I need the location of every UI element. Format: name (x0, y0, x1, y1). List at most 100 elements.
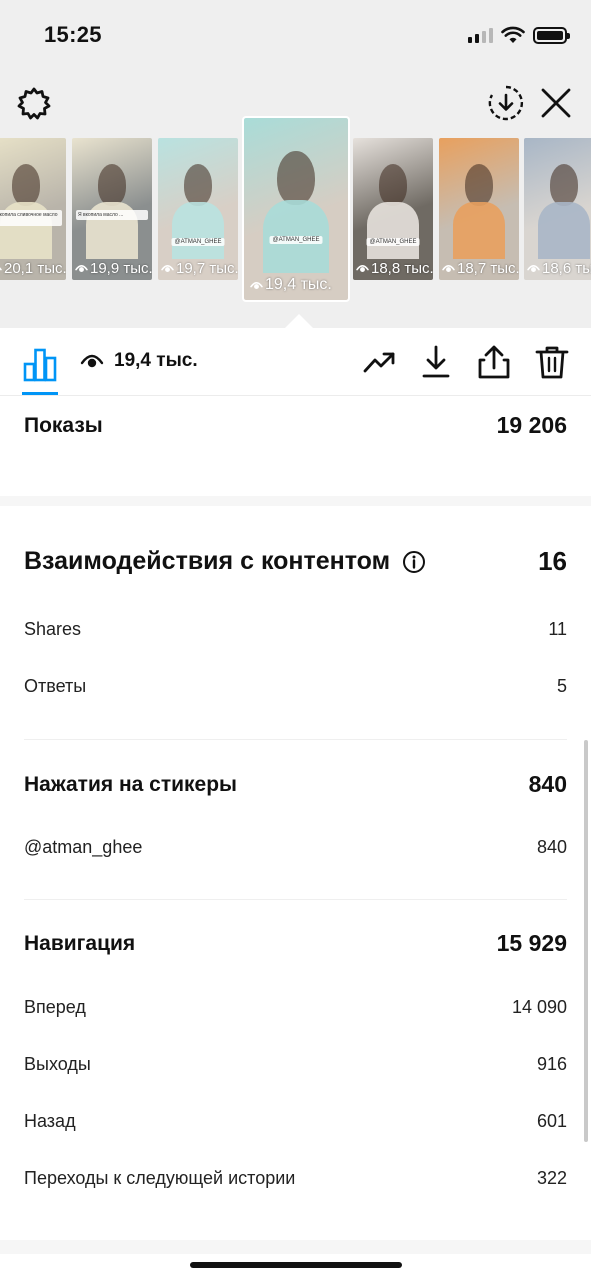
next-story-value: 322 (536, 1168, 567, 1188)
forward-value: 14 090 (511, 997, 567, 1017)
share-icon[interactable] (476, 344, 512, 380)
exits-value: 916 (536, 1054, 567, 1074)
info-icon[interactable] (402, 550, 426, 574)
divider (24, 899, 567, 900)
story-figure-body (453, 201, 505, 259)
trash-icon[interactable] (534, 344, 570, 380)
story-views-count: 19,9 тыс. (90, 260, 152, 277)
back-value: 601 (536, 1111, 567, 1131)
back-label: Назад (24, 1111, 76, 1131)
trending-icon[interactable] (362, 344, 398, 380)
gear-icon[interactable] (16, 86, 52, 122)
replies-value: 5 (556, 676, 567, 696)
section-separator (0, 1240, 591, 1254)
story-thumbnail[interactable]: Я вкопила масло ... 19,9 тыс. (72, 138, 152, 280)
top-area: 15:25 Я вкопила сливочное масло ... 20,1 … (0, 0, 591, 328)
story-views-count: 19,7 тыс. (176, 260, 238, 277)
story-views-count: 20,1 тыс. (4, 260, 66, 277)
home-indicator[interactable] (190, 1262, 402, 1268)
story-views: 19,4 тыс. (250, 276, 332, 294)
status-icons (468, 24, 570, 46)
list-item: Переходы к следующей истории 322 (24, 1168, 567, 1189)
story-sticker: @ATMAN_GHEE (171, 238, 225, 246)
battery-icon (533, 26, 570, 44)
story-strip: Я вкопила сливочное масло ...20,1 тыс.Я … (0, 116, 591, 308)
story-views: 19,9 тыс. (75, 260, 152, 277)
story-views-count: 18,7 тыс. (457, 260, 519, 277)
shares-label: Shares (24, 619, 82, 639)
eye-icon (250, 281, 263, 289)
sticker-taps-title: Нажатия на стикеры (24, 772, 237, 796)
story-views-count: 19,4 тыс. (265, 276, 332, 293)
bar-chart-icon[interactable] (22, 346, 58, 382)
story-views: 20,1 тыс. (0, 260, 66, 277)
interactions-title-wrap: Взаимодействия с контентом (24, 547, 426, 576)
download-icon[interactable] (418, 344, 454, 380)
story-caption: Я вкопила сливочное масло ... (0, 210, 62, 226)
navigation-value: 15 929 (496, 930, 567, 956)
story-figure (549, 163, 579, 207)
story-figure (11, 163, 41, 207)
story-figure (183, 163, 213, 207)
sticker-taps-header: Нажатия на стикеры 840 (24, 771, 567, 798)
active-tab-indicator (22, 392, 58, 395)
story-thumbnail[interactable]: 18,7 тыс. (439, 138, 519, 280)
eye-icon (356, 264, 369, 273)
story-thumbnail[interactable]: Я вкопила сливочное масло ... 20,1 тыс. (0, 138, 66, 280)
eye-icon (80, 354, 104, 368)
sticker-label: @atman_ghee (24, 837, 143, 857)
story-views: 18,8 тыс. (356, 260, 433, 277)
story-views: 18,6 тыс. (527, 260, 591, 277)
story-figure (277, 150, 315, 206)
interactions-value: 16 (538, 546, 567, 576)
navigation-title: Навигация (24, 931, 136, 955)
eye-icon (0, 267, 2, 271)
replies-label: Ответы (24, 676, 87, 696)
exits-label: Выходы (24, 1054, 91, 1074)
story-views-count: 18,8 тыс. (371, 260, 433, 277)
list-item: @atman_ghee 840 (24, 837, 567, 858)
story-views: 18,7 тыс. (442, 260, 519, 277)
eye-icon (161, 264, 174, 273)
interactions-header: Взаимодействия с контентом 16 (24, 546, 567, 577)
impressions-value: 19 206 (496, 412, 567, 438)
story-figure-body (172, 201, 224, 259)
eye-icon (75, 264, 88, 273)
list-item: Вперед 14 090 (24, 997, 567, 1018)
story-thumbnail-selected[interactable]: @ATMAN_GHEE 19,4 тыс. (242, 116, 350, 302)
list-item: Назад 601 (24, 1111, 567, 1132)
story-figure (464, 163, 494, 207)
divider (24, 739, 567, 740)
story-thumbnail[interactable]: @ATMAN_GHEE 18,8 тыс. (353, 138, 433, 280)
story-sticker: @ATMAN_GHEE (366, 238, 420, 246)
story-views: 19,7 тыс. (161, 260, 238, 277)
next-story-label: Переходы к следующей истории (24, 1168, 296, 1188)
sticker-value: 840 (536, 837, 567, 857)
shares-value: 11 (548, 619, 567, 639)
navigation-header: Навигация 15 929 (24, 930, 567, 957)
views-count: 19,4 тыс. (114, 350, 198, 371)
list-item: Выходы 916 (24, 1054, 567, 1075)
close-icon[interactable] (537, 84, 575, 122)
download-circle-icon[interactable] (487, 84, 525, 122)
impressions-row: Показы 19 206 (24, 412, 567, 439)
status-time: 15:25 (44, 22, 102, 47)
story-caption: Я вкопила масло ... (76, 210, 148, 220)
list-item: Ответы 5 (24, 676, 567, 697)
sticker-taps-value: 840 (528, 771, 567, 797)
story-thumbnail[interactable]: @ATMAN_GHEE 19,7 тыс. (158, 138, 238, 280)
signal-icon (468, 27, 493, 43)
story-figure-body (367, 201, 419, 259)
impressions-label: Показы (24, 413, 103, 437)
views-summary: 19,4 тыс. (80, 350, 198, 372)
scrollbar[interactable] (584, 740, 588, 1142)
story-sticker: @ATMAN_GHEE (269, 236, 323, 244)
wifi-icon (501, 26, 525, 43)
story-views-count: 18,6 тыс. (542, 260, 591, 277)
status-bar: 15:25 (0, 0, 591, 70)
eye-icon (527, 264, 540, 273)
story-thumbnail[interactable]: 18,6 тыс. (524, 138, 591, 280)
eye-icon (442, 264, 455, 273)
story-figure (378, 163, 408, 207)
story-figure (97, 163, 127, 207)
